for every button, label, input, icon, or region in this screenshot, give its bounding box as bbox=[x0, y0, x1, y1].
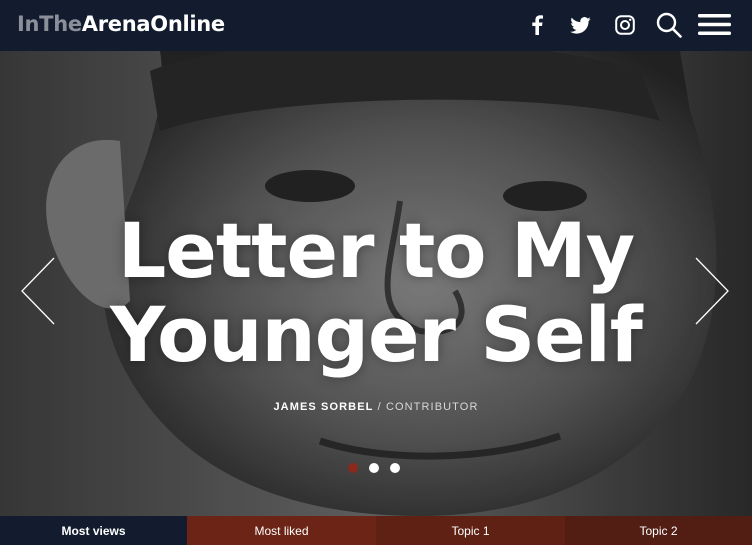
site-logo[interactable]: InTheArenaOnline bbox=[17, 12, 225, 36]
hero-title[interactable]: Letter to My Younger Self bbox=[0, 209, 752, 377]
facebook-icon[interactable] bbox=[523, 11, 551, 39]
tab-topic-2[interactable]: Topic 2 bbox=[565, 516, 752, 545]
author-name[interactable]: JAMES SORBEL bbox=[273, 401, 373, 413]
search-icon[interactable] bbox=[655, 11, 683, 39]
instagram-icon[interactable] bbox=[611, 11, 639, 39]
top-navbar: InTheArenaOnline bbox=[0, 0, 752, 51]
author-role: CONTRIBUTOR bbox=[385, 401, 479, 413]
next-slide-arrow-icon[interactable] bbox=[692, 256, 732, 326]
tab-most-views[interactable]: Most views bbox=[0, 516, 187, 545]
slide-dot-3[interactable] bbox=[390, 463, 400, 473]
slide-dot-2[interactable] bbox=[369, 463, 379, 473]
byline-separator: / bbox=[373, 401, 386, 413]
hero-slider: Letter to My Younger Self JAMES SORBEL /… bbox=[0, 51, 752, 516]
twitter-icon[interactable] bbox=[566, 11, 594, 39]
author-byline: JAMES SORBEL / CONTRIBUTOR bbox=[0, 401, 752, 413]
tab-most-liked[interactable]: Most liked bbox=[187, 516, 376, 545]
slide-dot-1[interactable] bbox=[348, 463, 358, 473]
tab-topic-1[interactable]: Topic 1 bbox=[376, 516, 565, 545]
menu-icon[interactable] bbox=[698, 11, 732, 39]
slider-pagination bbox=[348, 463, 400, 473]
previous-slide-arrow-icon[interactable] bbox=[18, 256, 58, 326]
content-tabs: Most views Most liked Topic 1 Topic 2 bbox=[0, 516, 752, 545]
